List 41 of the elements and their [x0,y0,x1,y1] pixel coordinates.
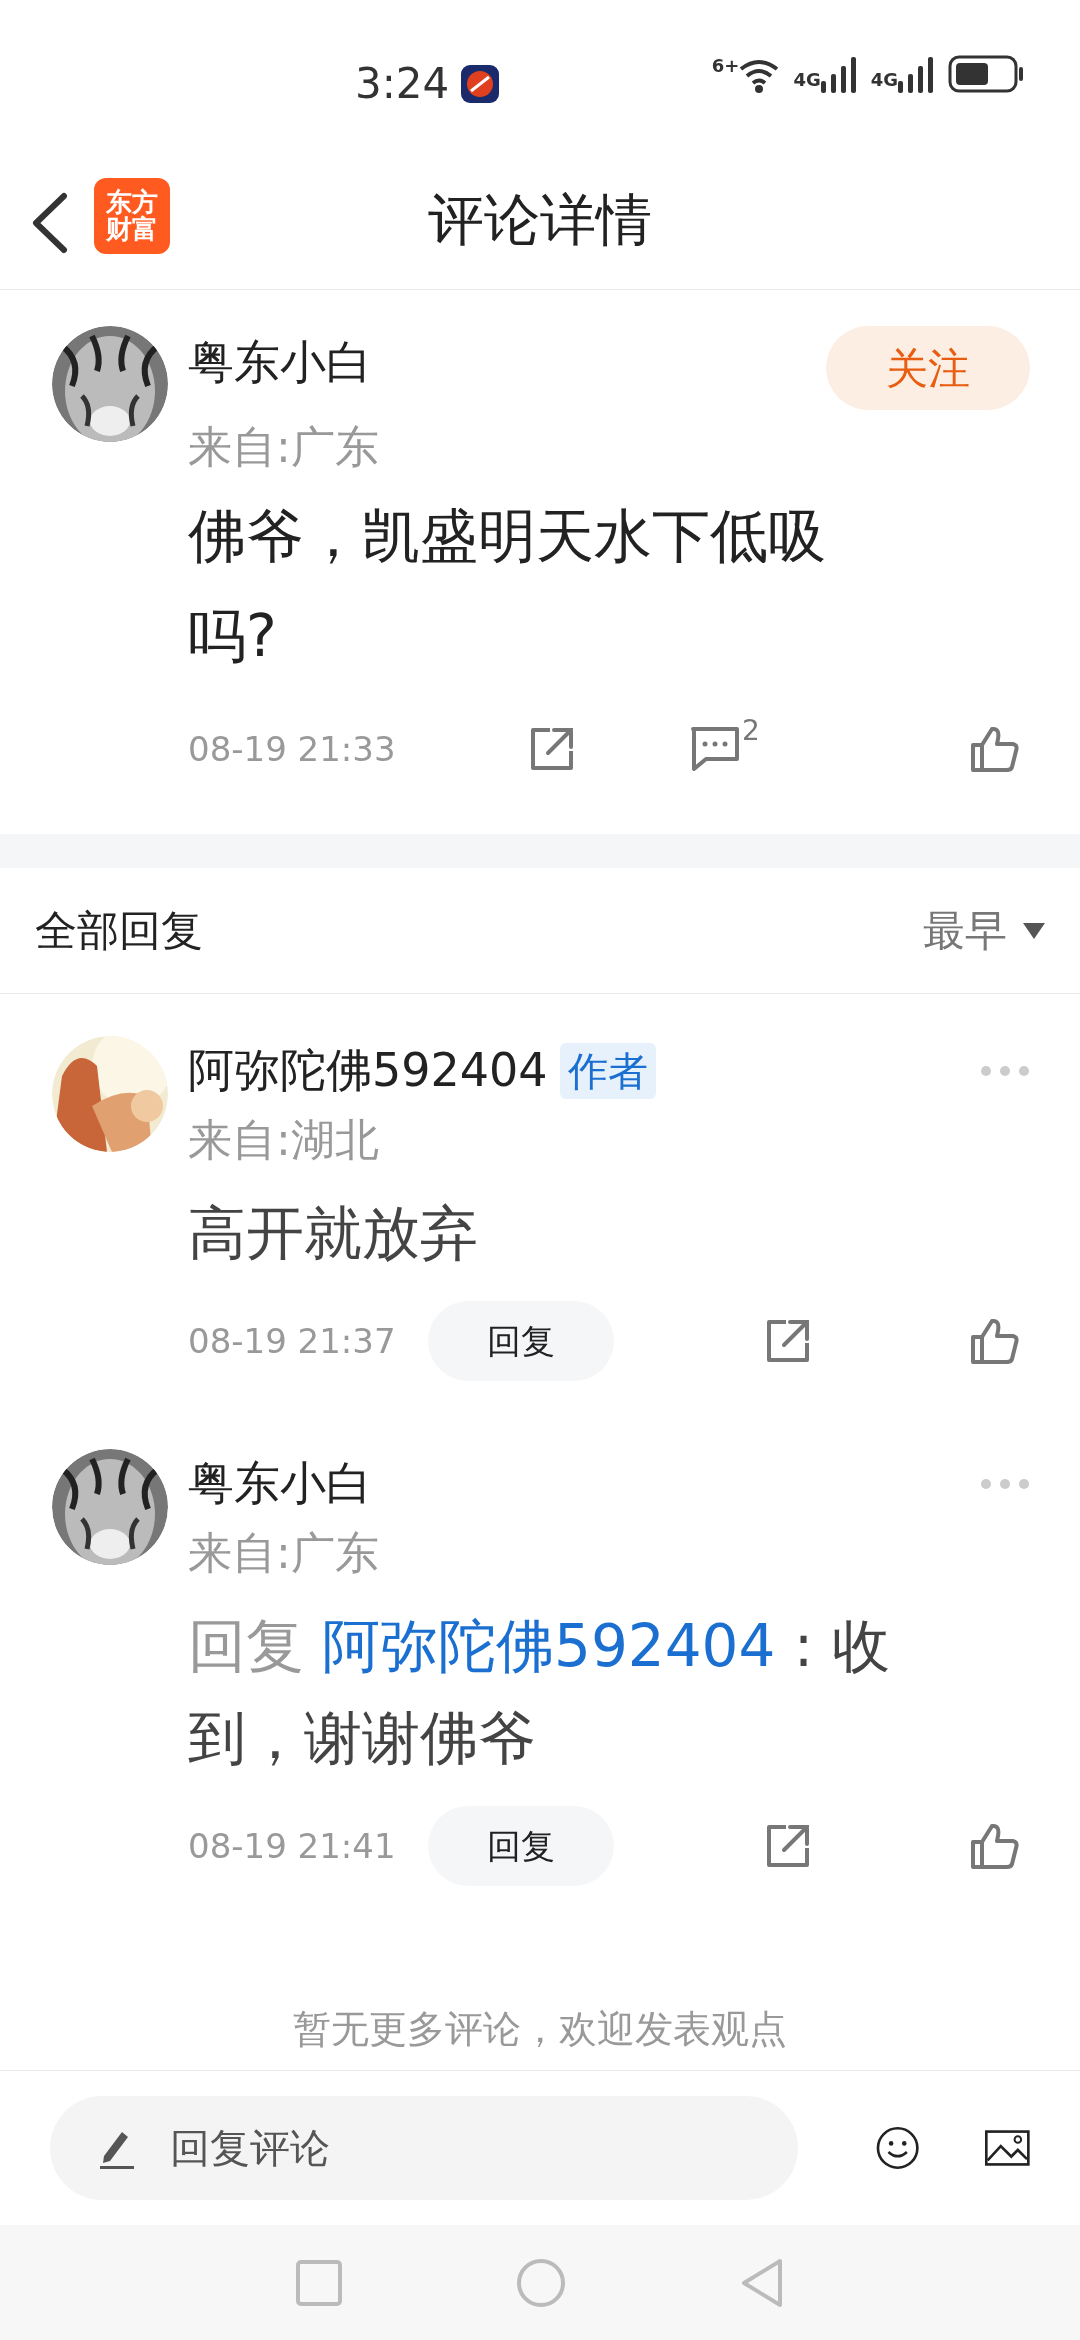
comment-icon[interactable] [690,726,740,772]
location-label: 来自:广东 [188,1526,380,1580]
section-title: 全部回复 [35,905,203,957]
network-label: 4G [793,71,821,89]
wifi-label: 6+ [711,57,740,75]
network-label: 4G [870,71,898,89]
battery-icon [948,55,1024,93]
share-icon[interactable] [528,725,576,773]
reply-text: 高开就放弃 [188,1198,479,1269]
app-notification-icon [461,64,500,103]
author-badge: 作者 [559,1042,656,1099]
dropdown-icon [1023,922,1045,939]
sort-dropdown[interactable]: 最早 [923,899,1045,962]
share-icon[interactable] [764,1317,812,1365]
app-logo: 东方 财富 [94,178,170,254]
back-icon[interactable] [30,192,70,254]
thumbs-up-icon[interactable] [970,725,1020,773]
user-name[interactable]: 粤东小白 [188,328,372,397]
comment-text: 佛爷，凯盛明天水下低吸吗? [188,501,827,672]
location-label: 来自:广东 [188,420,380,474]
wifi-icon [739,57,780,93]
thumbs-up-icon[interactable] [970,1822,1020,1870]
user-name[interactable]: 阿弥陀佛592404 [188,1036,548,1105]
reply-text: 回复 阿弥陀佛592404 : 收到，谢谢佛爷 [188,1611,891,1774]
signal-icon [820,57,857,93]
timestamp: 08-19 21:33 [188,727,397,771]
share-icon[interactable] [764,1822,812,1870]
reply-button[interactable]: 回复 [428,1301,614,1381]
thumbs-up-icon[interactable] [970,1317,1020,1365]
user-name[interactable]: 粤东小白 [188,1449,372,1518]
signal-icon [898,57,934,93]
end-of-list-text: 暂无更多评论，欢迎发表观点 [293,2007,787,2051]
timestamp: 08-19 21:41 [188,1824,397,1868]
page-title: 评论详情 [428,185,652,254]
location-label: 来自:湖北 [188,1113,380,1167]
status-time: 3:24 [355,58,450,110]
reply-button[interactable]: 回复 [428,1806,614,1886]
user-link[interactable]: 阿弥陀佛592404 [322,1612,776,1680]
comment-count: 2 [742,713,760,749]
timestamp: 08-19 21:37 [188,1319,397,1363]
comment-input[interactable]: 回复评论 [50,2096,798,2200]
